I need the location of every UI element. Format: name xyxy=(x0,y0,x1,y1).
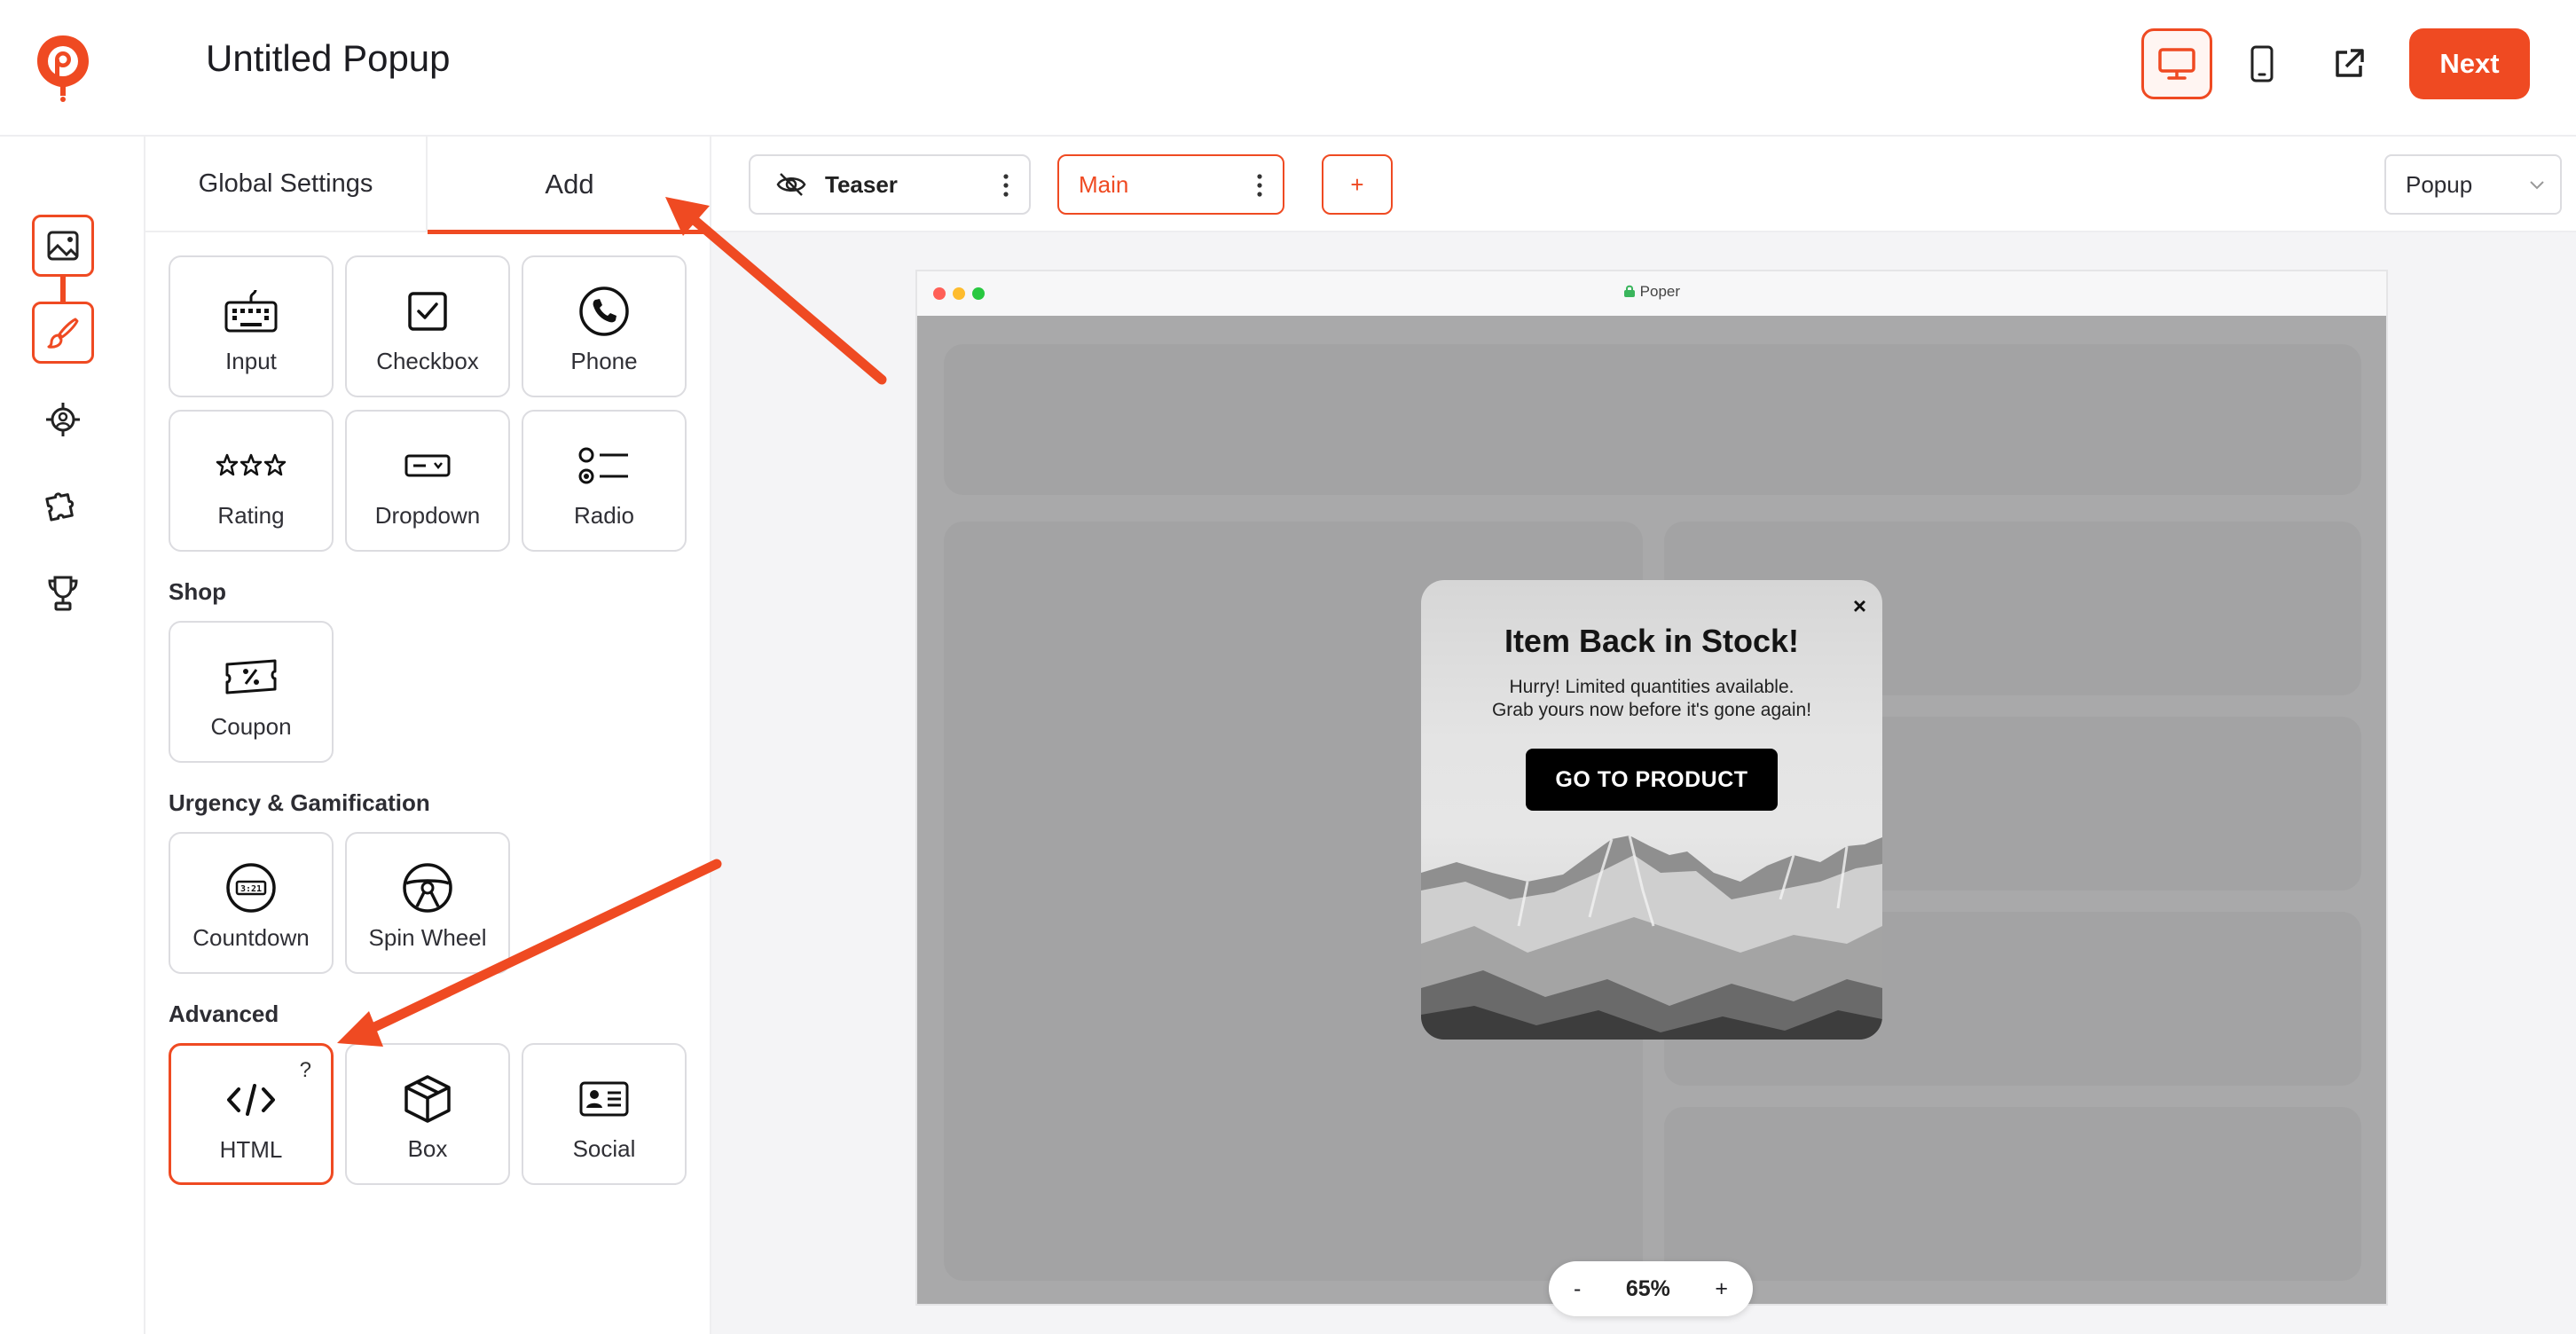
target-icon xyxy=(46,403,80,436)
element-label: HTML xyxy=(219,1136,283,1163)
rail-design-button[interactable] xyxy=(32,302,94,364)
element-label: Phone xyxy=(570,348,638,374)
dropdown-icon xyxy=(404,454,451,477)
left-rail xyxy=(0,137,145,1334)
section-heading-urgency: Urgency & Gamification xyxy=(169,789,430,816)
mobile-icon xyxy=(2250,45,2274,82)
element-label: Checkbox xyxy=(376,348,479,374)
panel-tabs: Global Settings Add xyxy=(145,137,711,234)
popup-type-value: Popup xyxy=(2406,170,2473,198)
brush-icon xyxy=(47,318,79,349)
puzzle-icon xyxy=(45,492,75,522)
open-preview-button[interactable] xyxy=(2313,28,2384,99)
add-step-button[interactable]: + xyxy=(1322,154,1393,215)
next-button[interactable]: Next xyxy=(2409,28,2530,99)
element-label: Coupon xyxy=(210,713,292,740)
svg-text:3:21: 3:21 xyxy=(240,884,262,894)
zoom-level[interactable]: 65% xyxy=(1626,1276,1670,1302)
step-label: Teaser xyxy=(825,170,898,198)
browser-bar: Poper xyxy=(917,271,2386,316)
popup-title[interactable]: Item Back in Stock! xyxy=(1421,623,1882,660)
element-label: Input xyxy=(225,348,277,374)
element-label: Spin Wheel xyxy=(368,924,487,951)
trophy-icon xyxy=(48,576,78,611)
more-vertical-icon[interactable] xyxy=(1256,172,1263,199)
more-vertical-icon[interactable] xyxy=(1002,172,1009,199)
box-icon xyxy=(404,1075,451,1123)
element-checkbox[interactable]: Checkbox xyxy=(345,255,510,397)
rail-connector xyxy=(60,275,66,302)
element-radio[interactable]: Radio xyxy=(522,410,687,552)
zoom-in-button[interactable]: + xyxy=(1715,1276,1728,1302)
id-card-icon xyxy=(579,1081,629,1117)
popup-subtitle-line: Hurry! Limited quantities available. xyxy=(1509,677,1795,697)
radio-list-icon xyxy=(578,447,628,484)
browser-url-text: Poper xyxy=(1639,283,1681,300)
external-link-icon xyxy=(2336,49,2364,77)
countdown-icon: 3:21 xyxy=(226,863,276,913)
popup-cta-button[interactable]: GO TO PRODUCT xyxy=(1526,749,1778,811)
element-label: Box xyxy=(407,1135,448,1162)
mobile-view-button[interactable] xyxy=(2227,28,2297,99)
steps-toolbar: Teaser Main + Popup xyxy=(711,137,2576,232)
popup-subtitle[interactable]: Hurry! Limited quantities available. Gra… xyxy=(1421,676,1882,722)
element-html[interactable]: ? HTML xyxy=(169,1043,334,1185)
stars-icon xyxy=(216,453,287,476)
element-spin-wheel[interactable]: Spin Wheel xyxy=(345,832,510,974)
element-label: Countdown xyxy=(192,924,310,951)
code-icon xyxy=(227,1084,275,1116)
hidden-eye-icon xyxy=(776,173,806,196)
rail-integrations-button[interactable] xyxy=(32,475,94,538)
mountain-image xyxy=(1421,835,1882,1040)
help-badge[interactable]: ? xyxy=(300,1058,311,1083)
zoom-control: - 65% + xyxy=(1549,1261,1753,1316)
popup-subtitle-line: Grab yours now before it's gone again! xyxy=(1491,700,1812,720)
chevron-down-icon xyxy=(2530,181,2544,190)
keyboard-icon xyxy=(224,289,278,333)
step-label: Main xyxy=(1079,170,1129,198)
rail-targeting-button[interactable] xyxy=(32,388,94,451)
element-countdown[interactable]: 3:21 Countdown xyxy=(169,832,334,974)
tab-global-settings[interactable]: Global Settings xyxy=(145,137,428,232)
coupon-icon xyxy=(225,659,277,694)
popup-close-button[interactable]: × xyxy=(1853,592,1866,620)
placeholder-block xyxy=(944,344,2361,495)
desktop-icon xyxy=(2158,48,2195,80)
step-main[interactable]: Main xyxy=(1057,154,1284,215)
element-label: Social xyxy=(572,1135,636,1162)
element-input[interactable]: Input xyxy=(169,255,334,397)
section-heading-advanced: Advanced xyxy=(169,1001,279,1027)
element-label: Rating xyxy=(217,502,285,529)
element-rating[interactable]: Rating xyxy=(169,410,334,552)
poper-logo[interactable] xyxy=(35,34,90,103)
placeholder-block xyxy=(1664,1107,2361,1281)
element-label: Dropdown xyxy=(374,502,481,529)
tab-add[interactable]: Add xyxy=(428,137,711,234)
desktop-view-button[interactable] xyxy=(2141,28,2212,99)
element-dropdown[interactable]: Dropdown xyxy=(345,410,510,552)
element-social[interactable]: Social xyxy=(522,1043,687,1185)
step-teaser[interactable]: Teaser xyxy=(749,154,1031,215)
rail-goals-button[interactable] xyxy=(32,562,94,624)
rail-image-button[interactable] xyxy=(32,215,94,277)
top-header: Untitled Popup Next xyxy=(0,0,2576,137)
lock-icon xyxy=(1623,285,1635,297)
element-box[interactable]: Box xyxy=(345,1043,510,1185)
popup-preview[interactable]: × Item Back in Stock! Hurry! Limited qua… xyxy=(1421,580,1882,1040)
element-phone[interactable]: Phone xyxy=(522,255,687,397)
phone-icon xyxy=(579,286,629,336)
element-coupon[interactable]: Coupon xyxy=(169,621,334,763)
page-title[interactable]: Untitled Popup xyxy=(206,37,451,80)
image-icon xyxy=(47,231,79,261)
popup-type-select[interactable]: Popup xyxy=(2384,154,2562,215)
element-label: Radio xyxy=(574,502,634,529)
browser-url: Poper xyxy=(917,283,2386,301)
checkbox-icon xyxy=(408,292,447,331)
section-heading-shop: Shop xyxy=(169,578,226,605)
wheel-icon xyxy=(403,863,452,913)
zoom-out-button[interactable]: - xyxy=(1574,1276,1581,1302)
